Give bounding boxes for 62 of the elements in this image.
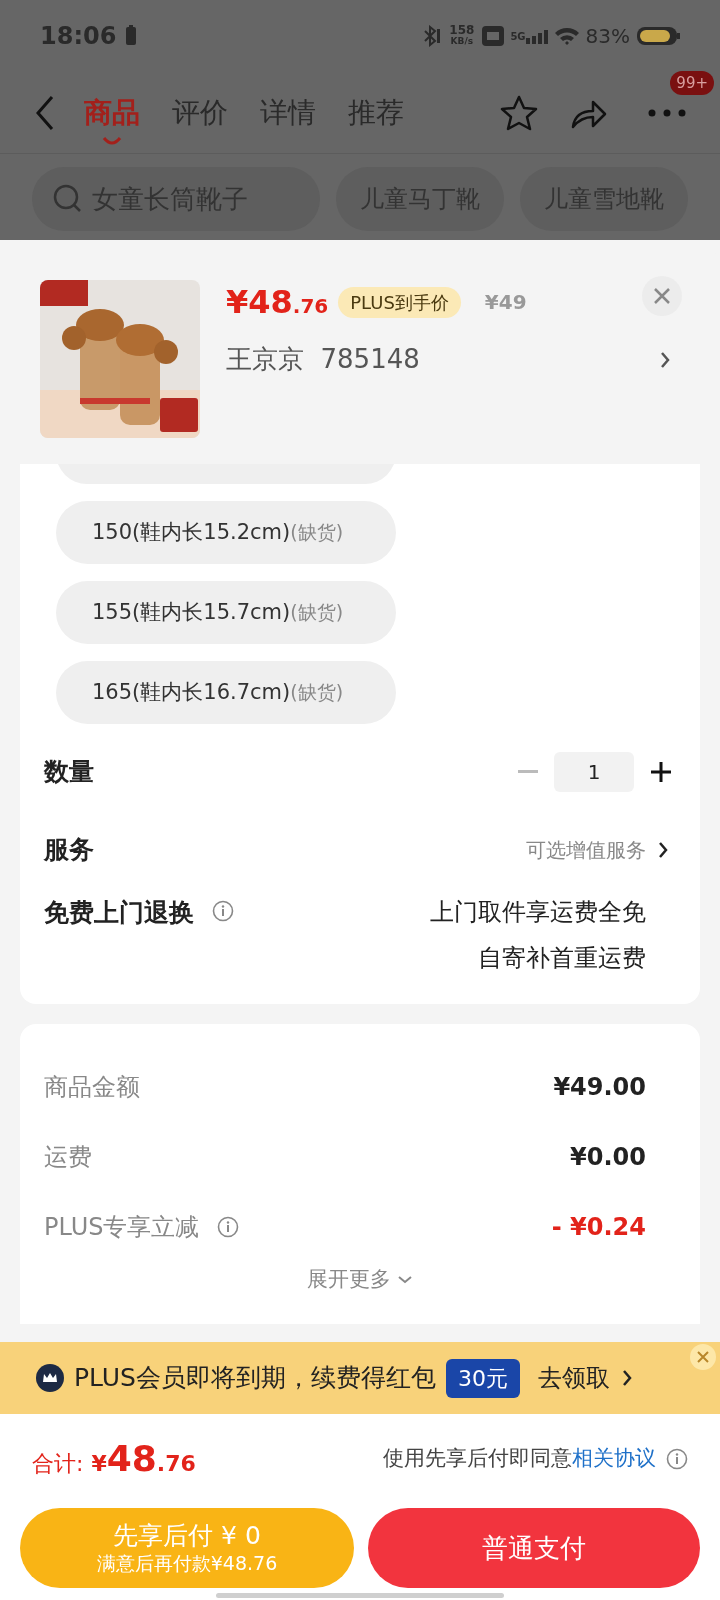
service-value[interactable]: 可选增值服务	[526, 835, 646, 865]
notification-badge: 99+	[670, 70, 714, 95]
summary-label: PLUS专享立减	[44, 1212, 200, 1243]
product-price: ¥48.76	[226, 282, 329, 323]
hd-icon	[482, 26, 505, 46]
back-icon[interactable]	[34, 94, 56, 131]
tab[interactable]: 推荐	[348, 91, 404, 134]
info-icon[interactable]	[666, 1448, 688, 1470]
size-option[interactable]: 165(鞋内长16.7cm)(缺货)	[56, 661, 396, 724]
info-icon[interactable]	[212, 900, 234, 922]
pay-later-button[interactable]: 先享后付 ¥ 0 满意后再付款¥48.76	[20, 1508, 354, 1588]
summary-value: ¥49.00	[553, 1072, 646, 1103]
size-option[interactable]: 150(鞋内长15.2cm)(缺货)	[56, 501, 396, 564]
chevron-right-icon	[621, 1368, 632, 1388]
chevron-right-icon[interactable]	[658, 840, 668, 860]
banner-text: PLUS会员即将到期，续费得红包	[74, 1362, 436, 1395]
close-button[interactable]	[690, 1344, 716, 1370]
promo-banner[interactable]: PLUS会员即将到期，续费得红包 30元 去领取	[0, 1342, 720, 1414]
tab[interactable]: 详情	[260, 91, 316, 134]
pay-button[interactable]: 普通支付	[368, 1508, 700, 1588]
minus-icon[interactable]	[518, 770, 538, 774]
bluetooth-icon	[423, 25, 442, 47]
row-label: 服务	[44, 834, 95, 867]
close-icon	[697, 1351, 709, 1363]
network-type: 5G	[510, 29, 526, 44]
star-icon[interactable]	[500, 94, 538, 131]
price-tag: PLUS到手价	[338, 286, 461, 318]
tab-indicator-icon	[102, 135, 122, 146]
network-speed: 158	[449, 25, 475, 36]
summary-label: 运费	[44, 1142, 93, 1173]
summary-value: - ¥0.24	[551, 1212, 646, 1243]
row-label: 数量	[44, 756, 95, 789]
signal-icon	[525, 29, 548, 44]
battery-saver-icon	[124, 25, 139, 47]
tab[interactable]: 评价	[172, 91, 228, 134]
plus-icon[interactable]	[650, 761, 672, 783]
wifi-icon	[553, 26, 580, 46]
battery-icon	[636, 25, 680, 47]
crown-icon	[36, 1364, 64, 1392]
info-icon[interactable]	[217, 1216, 240, 1238]
expand-button[interactable]: 展开更多	[307, 1264, 413, 1296]
size-option[interactable]: 155(鞋内长15.7cm)(缺货)	[56, 581, 396, 644]
return-policy-text: 上门取件享运费全免	[430, 897, 646, 928]
clock: 18:06	[40, 21, 117, 52]
chevron-down-icon	[397, 1274, 413, 1285]
summary-value: ¥0.00	[570, 1142, 646, 1173]
row-label: 免费上门退换	[44, 897, 194, 929]
return-policy-text: 自寄补首重运费	[478, 943, 646, 974]
close-icon	[653, 287, 671, 305]
summary-label: 商品金额	[44, 1072, 141, 1103]
amount-badge: 30元	[445, 1358, 520, 1398]
original-price: ¥49	[484, 289, 527, 316]
quantity-field[interactable]: 1	[554, 752, 634, 792]
battery-percent: 83%	[585, 23, 630, 50]
agreement-text: 使用先享后付即同意	[383, 1445, 572, 1473]
close-button[interactable]	[642, 276, 682, 316]
variant-name: 王京京 785148	[226, 343, 421, 376]
banner-action: 去领取	[537, 1363, 610, 1394]
total-price: 合计: ¥48.76	[32, 1437, 196, 1481]
agreement-link[interactable]: 相关协议	[572, 1443, 656, 1475]
speed-unit: KB/s	[450, 36, 474, 47]
more-icon[interactable]	[648, 108, 686, 117]
